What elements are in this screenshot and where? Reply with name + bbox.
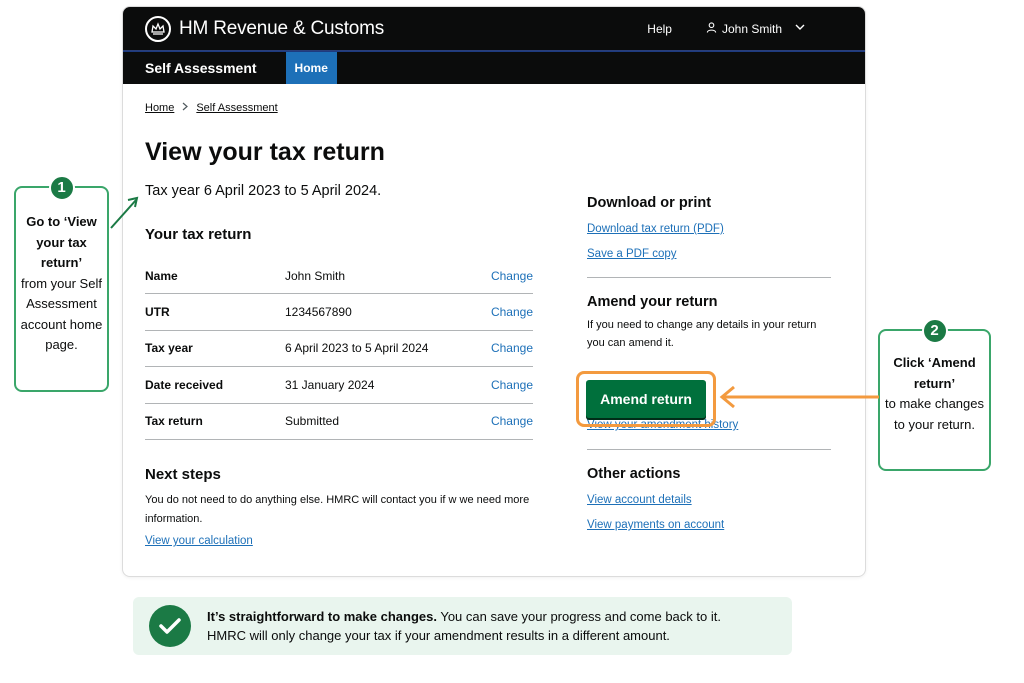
summary-value: John Smith (285, 268, 346, 283)
service-name[interactable]: Self Assessment (145, 52, 257, 84)
download-pdf-link[interactable]: Download tax return (PDF) (587, 223, 833, 235)
summary-value: 6 April 2023 to 5 April 2024 (285, 341, 429, 356)
user-name: John Smith (721, 21, 782, 36)
summary-value: 1234567890 (285, 305, 352, 320)
callout-text: from your Self Assessment account home p… (20, 275, 103, 353)
header-bar: HM Revenue & Customs Help John Smith (123, 7, 865, 51)
change-link[interactable]: Change (491, 305, 533, 319)
page-title: View your tax return (145, 138, 385, 166)
amend-heading: Amend your return (587, 294, 718, 310)
your-tax-return-heading: Your tax return (145, 226, 252, 243)
callout-step-1: 1 Go to ‘View your tax return’ from your… (14, 175, 109, 392)
amend-button-highlight: Amend return (576, 371, 716, 427)
service-nav: Self Assessment Home (123, 51, 865, 84)
divider (587, 277, 831, 278)
next-steps-text: You do not need to do anything else. HMR… (145, 494, 530, 525)
tab-home[interactable]: Home (285, 52, 337, 84)
payments-on-account-link[interactable]: View payments on account (587, 519, 833, 531)
hmrc-page-card: HM Revenue & Customs Help John Smith Sel… (122, 6, 866, 577)
summary-list: Name John Smith Change UTR 1234567890 Ch… (145, 258, 533, 440)
callout-bold-text: Click ‘Amend return’ (893, 355, 976, 391)
next-steps-heading: Next steps (145, 466, 221, 483)
user-icon (706, 21, 717, 36)
change-link[interactable]: Change (491, 341, 533, 355)
summary-value: Submitted (285, 414, 340, 429)
breadcrumb-home[interactable]: Home (145, 102, 174, 114)
chevron-down-icon (795, 23, 805, 34)
user-menu[interactable]: John Smith (706, 22, 805, 36)
download-heading: Download or print (587, 195, 712, 211)
summary-row: Tax return Submitted Change (145, 404, 533, 440)
step-number-badge: 1 (48, 175, 75, 201)
summary-key: Name (145, 268, 178, 283)
account-details-link[interactable]: View account details (587, 494, 833, 506)
summary-row: Date received 31 January 2024 Change (145, 367, 533, 404)
other-actions-heading: Other actions (587, 466, 681, 482)
info-banner: It’s straightforward to make changes. Yo… (133, 597, 792, 655)
brand-name: HM Revenue & Customs (179, 17, 385, 39)
step-number-badge: 2 (921, 318, 948, 344)
crown-crest-icon (145, 15, 171, 42)
change-link[interactable]: Change (491, 269, 533, 283)
hmrc-logo[interactable]: HM Revenue & Customs (145, 15, 385, 42)
amend-text: If you need to change any details in you… (587, 319, 817, 349)
divider (587, 449, 831, 450)
summary-key: UTR (145, 305, 170, 320)
summary-row: Tax year 6 April 2023 to 5 April 2024 Ch… (145, 331, 533, 368)
change-link[interactable]: Change (491, 378, 533, 392)
summary-row: UTR 1234567890 Change (145, 294, 533, 331)
change-link[interactable]: Change (491, 414, 533, 428)
summary-key: Date received (145, 377, 224, 392)
breadcrumb: Home Self Assessment (145, 102, 278, 114)
view-calculation-link[interactable]: View your calculation (145, 535, 253, 547)
callout-text: to make changes to your return. (884, 396, 984, 432)
arrow-icon (719, 385, 879, 409)
help-link[interactable]: Help (647, 22, 672, 36)
checkmark-icon (149, 605, 191, 647)
tax-year-text: Tax year 6 April 2023 to 5 April 2024. (145, 183, 382, 199)
chevron-right-icon (182, 102, 189, 114)
breadcrumb-self-assessment[interactable]: Self Assessment (196, 102, 277, 114)
banner-line-2: HMRC will only change your tax if your a… (207, 628, 670, 643)
amend-return-button[interactable]: Amend return (586, 380, 706, 418)
summary-row: Name John Smith Change (145, 258, 533, 295)
banner-bold: It’s straightforward to make changes. (207, 609, 437, 624)
callout-bold-text: Go to ‘View your tax return’ (26, 214, 97, 270)
callout-step-2: 2 Click ‘Amend return’ to make changes t… (878, 318, 991, 471)
banner-text: It’s straightforward to make changes. Yo… (207, 607, 721, 645)
summary-key: Tax return (145, 414, 203, 429)
summary-value: 31 January 2024 (285, 377, 375, 392)
banner-line-1: You can save your progress and come back… (436, 609, 721, 624)
summary-key: Tax year (145, 341, 193, 356)
arrow-icon (110, 196, 139, 229)
save-pdf-link[interactable]: Save a PDF copy (587, 248, 833, 260)
sidebar-actions: Download or print Download tax return (P… (587, 195, 833, 531)
